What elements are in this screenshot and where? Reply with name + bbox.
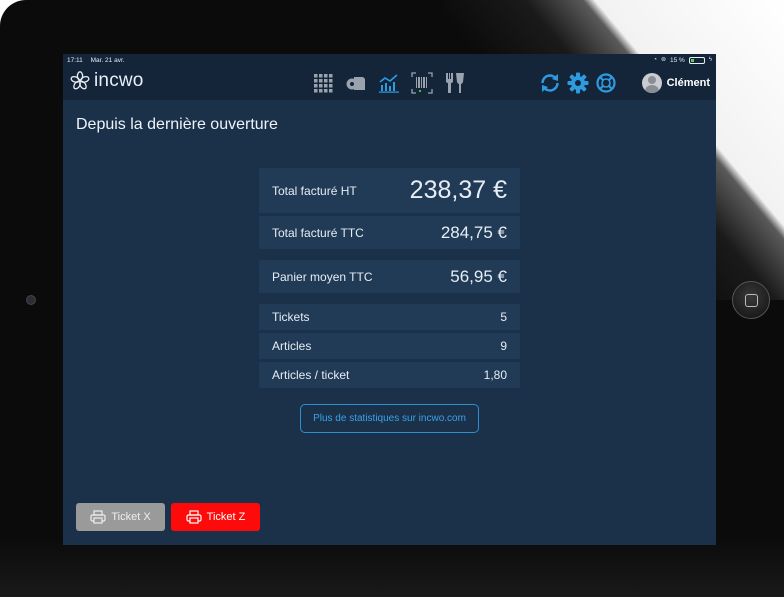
ticket-z-button[interactable]: Ticket Z: [171, 503, 260, 531]
sync-icon: [541, 74, 559, 92]
battery-icon: [688, 57, 705, 64]
status-date: Mar. 21 avr.: [90, 57, 125, 64]
stats-icon: [379, 74, 399, 93]
page-title: Depuis la dernière ouverture: [76, 116, 278, 133]
alarm-icon: ◔: [653, 57, 657, 63]
rotation-lock-icon: ⊚: [660, 57, 666, 63]
stat-total-ttc: Total facturé TTC 284,75 €: [259, 216, 520, 249]
stat-label: Panier moyen TTC: [272, 269, 373, 284]
restaurant-button[interactable]: [444, 72, 466, 94]
status-time: 17:11: [67, 57, 83, 64]
ticket-x-label: Ticket X: [111, 511, 151, 523]
restaurant-icon: [446, 73, 464, 93]
settings-button[interactable]: [567, 72, 589, 94]
grid-icon: [314, 74, 333, 93]
barcode-icon: [411, 72, 433, 94]
device-shadow: [0, 537, 784, 597]
avatar: [641, 73, 662, 93]
catalog-button[interactable]: [312, 72, 334, 94]
stat-value: 1,80: [483, 368, 507, 382]
user-name: Clément: [666, 77, 710, 89]
stat-value: 5: [500, 310, 507, 324]
stat-tickets: Tickets 5: [259, 304, 520, 330]
stat-label: Total facturé HT: [272, 183, 357, 198]
stat-panier-moyen: Panier moyen TTC 56,95 €: [259, 260, 520, 293]
printer-icon: [90, 510, 106, 524]
tablet-frame: 17:11 Mar. 21 avr. ◔ ⊚ 15 % ϟ incwo Clém…: [0, 0, 784, 597]
sync-button[interactable]: [539, 72, 561, 94]
ticket-z-label: Ticket Z: [206, 511, 246, 523]
statistics-button[interactable]: [378, 72, 400, 94]
stat-label: Articles / ticket: [272, 368, 350, 382]
stat-value: 284,75 €: [440, 222, 507, 242]
app-screen: 17:11 Mar. 21 avr. ◔ ⊚ 15 % ϟ incwo Clém…: [63, 54, 716, 545]
incwo-logo-icon: [70, 71, 90, 90]
stat-label: Articles: [272, 339, 312, 353]
home-button[interactable]: [732, 281, 770, 319]
battery-percent: 15 %: [669, 57, 685, 64]
camera-icon: [26, 295, 36, 305]
app-logo: incwo: [69, 70, 144, 92]
action-icons: [539, 72, 617, 94]
settings-icon: [567, 72, 589, 94]
logo-text: incwo: [94, 70, 144, 91]
printer-icon: [186, 510, 202, 524]
home-square-icon: [745, 294, 758, 307]
stat-articles-per-ticket: Articles / ticket 1,80: [259, 362, 520, 388]
help-button[interactable]: [595, 72, 617, 94]
status-bar: 17:11 Mar. 21 avr. ◔ ⊚ 15 % ϟ: [63, 54, 716, 67]
stat-total-ht: Total facturé HT 238,37 €: [259, 168, 520, 213]
scanner-button[interactable]: [411, 72, 433, 94]
ticket-x-button[interactable]: Ticket X: [76, 503, 165, 531]
charging-icon: ϟ: [708, 57, 712, 63]
more-stats-button[interactable]: Plus de statistiques sur incwo.com: [300, 404, 479, 433]
stat-value: 9: [500, 339, 507, 353]
stat-articles: Articles 9: [259, 333, 520, 359]
tags-button[interactable]: [345, 72, 367, 94]
stat-value: 56,95 €: [450, 266, 507, 286]
user-menu[interactable]: Clément: [641, 73, 710, 93]
tag-icon: [346, 77, 365, 90]
stats-panel: Total facturé HT 238,37 € Total facturé …: [259, 168, 520, 391]
stat-value: 238,37 €: [409, 176, 507, 204]
stat-label: Total facturé TTC: [272, 225, 364, 240]
main-nav: [312, 72, 466, 94]
stat-label: Tickets: [272, 310, 310, 324]
top-navbar: incwo Clément: [63, 67, 716, 100]
help-icon: [596, 73, 616, 93]
